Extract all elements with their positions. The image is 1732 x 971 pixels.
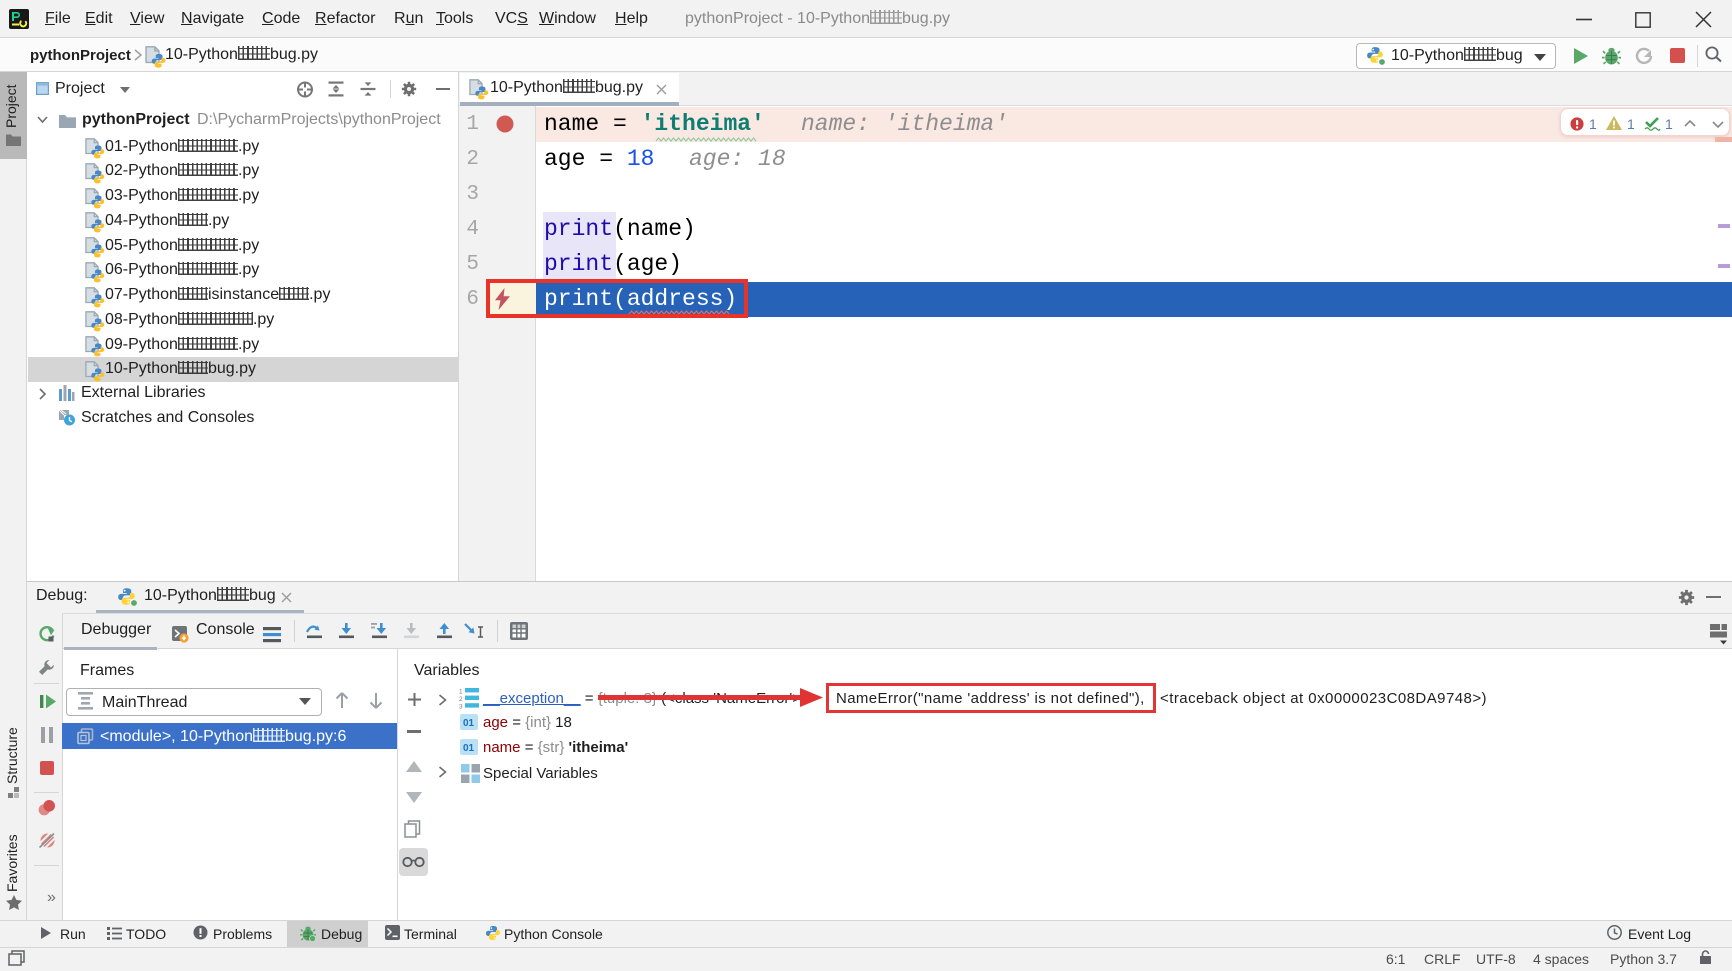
svg-text:3: 3 — [459, 704, 463, 711]
svg-text:01: 01 — [463, 718, 475, 729]
svg-text:1: 1 — [459, 689, 463, 696]
svg-text:01: 01 — [463, 743, 475, 754]
svg-text:2: 2 — [459, 696, 463, 703]
